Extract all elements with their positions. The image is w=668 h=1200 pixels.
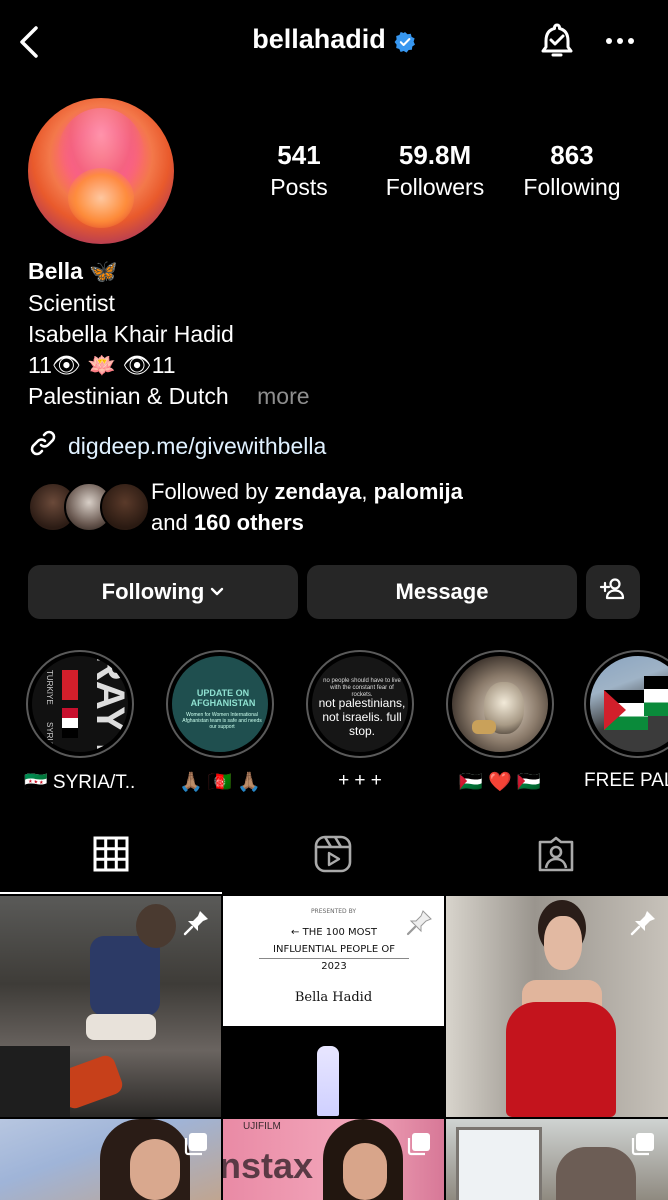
follower-palomija[interactable]: palomija <box>374 479 463 504</box>
bio-full-name: Isabella Khair Hadid <box>28 321 234 347</box>
followed-by[interactable]: Followed by zendaya, palomija and 160 ot… <box>28 476 648 538</box>
post-thumbnail[interactable] <box>0 1119 221 1200</box>
post-thumbnail[interactable] <box>446 1119 668 1200</box>
highlight-full-stop[interactable]: no people should have to live with the c… <box>304 650 416 792</box>
bio-name-row: Bella 🦋 <box>28 256 118 287</box>
post-thumbnail[interactable] <box>446 896 668 1117</box>
highlight-free-palestine[interactable]: FREE PAL <box>584 650 668 792</box>
pin-icon <box>181 908 211 938</box>
link-icon <box>28 428 58 464</box>
post-thumbnail[interactable]: PRESENTED BY ← THE 100 MOST INFLUENTIAL … <box>223 896 444 1117</box>
active-tab-indicator <box>0 892 222 894</box>
followed-by-text: Followed by zendaya, palomija and 160 ot… <box>151 479 463 535</box>
multiple-posts-icon <box>630 1131 656 1157</box>
stat-followers[interactable]: 59.8M Followers <box>370 140 500 202</box>
stat-posts[interactable]: 541 Posts <box>234 140 364 202</box>
profile-avatar[interactable] <box>28 98 174 244</box>
following-button-label: Following <box>101 579 205 604</box>
highlight-label: 🇵🇸 ❤️ 🇵🇸 <box>459 772 541 793</box>
posts-count: 541 <box>277 140 321 170</box>
content-tabs <box>0 822 668 894</box>
bio-line-nationality: Palestinian & Dutch more <box>28 381 310 412</box>
followers-others[interactable]: 160 others <box>194 510 304 535</box>
highlight-palestine-heart[interactable]: 🇵🇸 ❤️ 🇵🇸 <box>444 650 556 794</box>
highlight-cover <box>590 656 668 752</box>
following-label: Following <box>523 174 621 200</box>
following-count: 863 <box>550 140 594 170</box>
message-button-label: Message <box>395 579 489 604</box>
stat-following[interactable]: 863 Following <box>507 140 637 202</box>
posts-label: Posts <box>270 174 328 200</box>
followers-label: Followers <box>385 174 485 200</box>
bio-category: Scientist <box>28 290 115 316</box>
pin-icon <box>404 908 434 938</box>
highlight-label: 🇸🇾 SYRIA/T... <box>24 772 136 793</box>
follower-zendaya[interactable]: zendaya <box>275 479 362 504</box>
followers-count: 59.8M <box>398 140 472 170</box>
follower-avatar <box>100 482 150 532</box>
tagged-icon[interactable] <box>536 834 576 874</box>
highlight-label: 🙏🏽 🇦🇫 🙏🏽 <box>179 772 261 793</box>
reels-icon[interactable] <box>313 834 353 874</box>
post-thumbnail[interactable]: UJIFILM nstax <box>223 1119 444 1200</box>
bell-check-icon[interactable] <box>536 20 578 62</box>
highlight-label: + + + <box>338 770 382 791</box>
butterfly-emoji: 🦋 <box>89 258 119 284</box>
highlight-afghanistan[interactable]: UPDATE ON AFGHANISTAN Women for Women In… <box>164 650 276 794</box>
more-horizontal-icon[interactable] <box>600 26 640 56</box>
grid-icon[interactable] <box>91 834 131 874</box>
highlight-cover: no people should have to live with the c… <box>312 656 408 752</box>
multiple-posts-icon <box>183 1131 209 1157</box>
bio-link[interactable]: digdeep.me/givewithbella <box>28 428 326 464</box>
highlight-cover <box>452 656 548 752</box>
bio-nationality-text: Palestinian & Dutch <box>28 383 229 409</box>
highlight-label: FREE PAL <box>584 770 668 791</box>
highlight-cover: RAY FO TURKIYE SYRIA <box>32 656 128 752</box>
chevron-down-icon <box>210 587 224 597</box>
highlight-syria[interactable]: RAY FO TURKIYE SYRIA 🇸🇾 SYRIA/T... <box>24 650 136 794</box>
following-button[interactable]: Following <box>28 565 298 619</box>
link-text: digdeep.me/givewithbella <box>68 432 327 459</box>
pin-icon <box>628 908 658 938</box>
message-button[interactable]: Message <box>307 565 577 619</box>
bio-more-link[interactable]: more <box>257 383 309 409</box>
top-bar: bellahadid <box>0 0 668 84</box>
bio-line-emoji: 11👁 🪷 👁11 <box>28 352 176 378</box>
add-person-button[interactable] <box>586 565 640 619</box>
post-thumbnail[interactable] <box>0 896 221 1117</box>
add-person-icon <box>599 575 627 609</box>
highlight-cover: UPDATE ON AFGHANISTAN Women for Women In… <box>172 656 268 752</box>
multiple-posts-icon <box>406 1131 432 1157</box>
verified-badge-icon <box>394 29 416 53</box>
username: bellahadid <box>252 24 386 54</box>
display-name: Bella <box>28 258 83 284</box>
